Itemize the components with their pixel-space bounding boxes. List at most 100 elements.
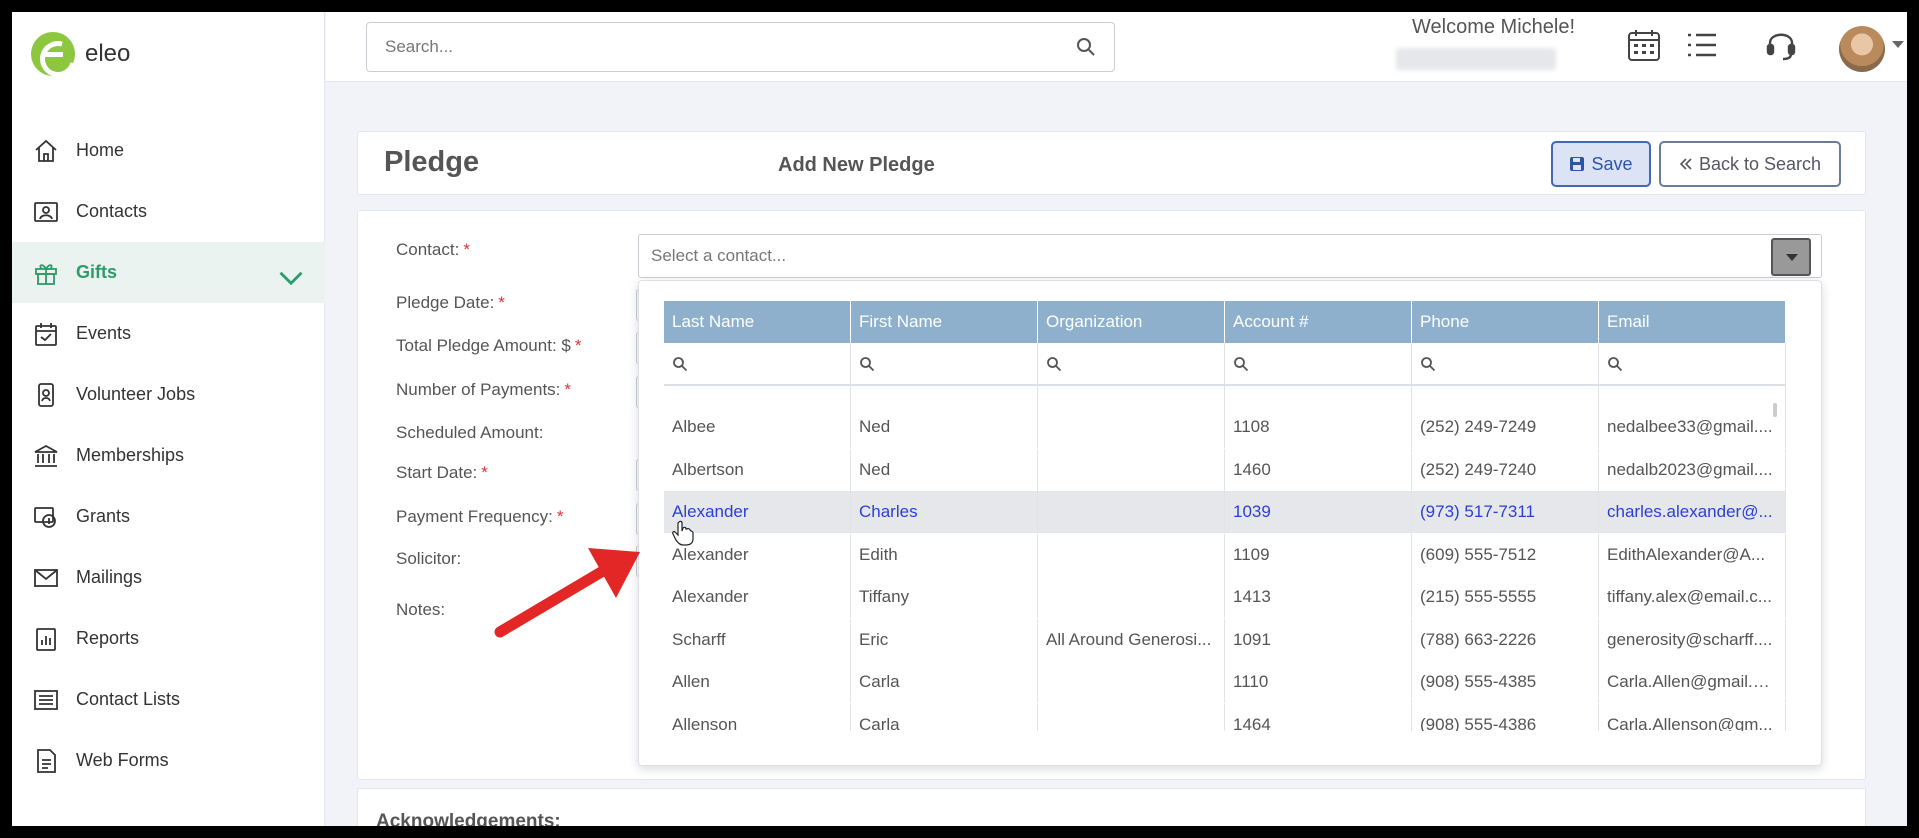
table-row[interactable]: Alexander Tiffany 1413 (215) 555-5555 tiffan…: [664, 576, 1786, 618]
sidebar-item-web-forms[interactable]: Web Forms: [12, 730, 325, 791]
grid-header: Last Name First Name Organization Accoun…: [664, 301, 1786, 343]
sidebar-nav: Home Contacts Gifts Events Volunteer Job…: [12, 120, 325, 791]
table-cell: tiffany.alex@email.c...: [1599, 576, 1786, 618]
table-cell: [1038, 448, 1225, 491]
app-window: eleo Home Contacts Gifts Events Voluntee…: [12, 12, 1907, 826]
search-icon: [860, 357, 875, 372]
table-cell: [1038, 533, 1225, 576]
sidebar-item-gifts[interactable]: Gifts: [12, 242, 325, 303]
table-cell: Eric: [851, 618, 1038, 661]
filter-first-name[interactable]: [851, 343, 1038, 385]
acknowledgements-card: Acknowledgements:: [357, 788, 1866, 826]
save-button[interactable]: Save: [1551, 141, 1651, 187]
search-icon[interactable]: [1076, 37, 1096, 57]
label-text: Pledge Date:: [396, 293, 495, 312]
table-cell: Allen: [664, 661, 851, 703]
page-title: Pledge: [384, 146, 480, 178]
table-cell: (609) 555-7512: [1412, 533, 1599, 576]
sidebar-item-memberships[interactable]: Memberships: [12, 425, 325, 486]
column-header-last-name[interactable]: Last Name: [664, 301, 851, 343]
chevron-down-icon[interactable]: [277, 264, 305, 292]
filter-phone[interactable]: [1412, 343, 1599, 385]
sidebar-item-label: Home: [76, 140, 125, 160]
caret-down-icon[interactable]: [1892, 41, 1904, 48]
sidebar-item-grants[interactable]: Grants: [12, 486, 325, 547]
column-header-organization[interactable]: Organization: [1038, 301, 1225, 343]
filter-account[interactable]: [1225, 343, 1412, 385]
contact-grid: Last Name First Name Organization Accoun…: [664, 301, 1786, 731]
required-mark: *: [481, 463, 488, 482]
label-text: Payment Frequency:: [396, 507, 553, 526]
annotation-arrow: [494, 548, 640, 638]
home-icon: [35, 139, 57, 162]
sidebar-item-reports[interactable]: Reports: [12, 608, 325, 669]
sidebar-item-label: Gifts: [76, 262, 118, 282]
grid-scrollbar[interactable]: [1773, 403, 1777, 417]
contact-dropdown-toggle[interactable]: [1771, 238, 1811, 276]
filter-organization[interactable]: [1038, 343, 1225, 385]
sidebar-item-contact-lists[interactable]: Contact Lists: [12, 669, 325, 730]
solicitor-label: Solicitor:: [396, 549, 461, 569]
avatar[interactable]: [1839, 26, 1885, 72]
table-cell: Charles: [851, 491, 1038, 533]
sidebar-item-home[interactable]: Home: [12, 120, 325, 181]
table-cell: [1038, 661, 1225, 703]
table-row[interactable]: Alexander Edith 1109 (609) 555-7512 EdithAle…: [664, 533, 1786, 576]
filter-last-name[interactable]: [664, 343, 851, 385]
sidebar-item-contacts[interactable]: Contacts: [12, 181, 325, 242]
scheduled-amount-label: Scheduled Amount:: [396, 423, 543, 443]
task-list-icon[interactable]: [1684, 27, 1720, 63]
label-text: Scheduled Amount:: [396, 423, 544, 442]
calendar-icon[interactable]: [1626, 27, 1662, 63]
table-row[interactable]: Albee Ned 1108 (252) 249-7249 nedalbee33@gma…: [664, 406, 1786, 448]
table-cell: 1039: [1225, 491, 1412, 533]
table-cell: generosity@scharff....: [1599, 618, 1786, 661]
label-text: Notes:: [396, 600, 446, 619]
table-cell: Carla: [851, 661, 1038, 703]
bank-icon: [34, 444, 58, 467]
acknowledgements-title: Acknowledgements:: [376, 811, 561, 826]
contact-select[interactable]: Select a contact...: [638, 234, 1822, 278]
table-row[interactable]: Allenson Carla 1464 (908) 555-4386 Carla.All…: [664, 703, 1786, 731]
sidebar-item-mailings[interactable]: Mailings: [12, 547, 325, 608]
table-cell: 1464: [1225, 703, 1412, 731]
table-cell: All Around Generosi...: [1038, 618, 1225, 661]
table-cell: Albee: [664, 406, 851, 448]
start-date-label: Start Date: *: [396, 463, 488, 483]
table-cell: (908) 555-4385: [1412, 661, 1599, 703]
filter-email[interactable]: [1599, 343, 1786, 385]
column-header-email[interactable]: Email: [1599, 301, 1786, 343]
column-header-phone[interactable]: Phone: [1412, 301, 1599, 343]
logo[interactable]: eleo: [31, 32, 130, 76]
table-row[interactable]: Scharff Eric All Around Generosi... 1091 (78…: [664, 618, 1786, 661]
payment-frequency-label: Payment Frequency: *: [396, 507, 563, 527]
search-input[interactable]: [385, 37, 1076, 57]
headset-support-icon[interactable]: [1763, 27, 1799, 63]
back-to-search-button[interactable]: Back to Search: [1659, 141, 1841, 187]
sidebar-item-volunteer-jobs[interactable]: Volunteer Jobs: [12, 364, 325, 425]
sidebar-item-label: Volunteer Jobs: [76, 384, 196, 404]
table-cell: Ned: [851, 406, 1038, 448]
number-of-payments-label: Number of Payments: *: [396, 380, 571, 400]
search-icon: [1047, 357, 1062, 372]
column-header-account[interactable]: Account #: [1225, 301, 1412, 343]
table-cell: EdithAlexander@A...: [1599, 533, 1786, 576]
global-search[interactable]: [366, 22, 1115, 72]
table-row[interactable]: Alexander Charles 1039 (973) 517-7311 charle…: [664, 491, 1786, 533]
welcome-text: Welcome Michele!: [1412, 16, 1576, 38]
table-cell: (908) 555-4386: [1412, 703, 1599, 731]
table-row[interactable]: Allen Carla 1110 (908) 555-4385 Carla.Allen@…: [664, 661, 1786, 703]
column-header-first-name[interactable]: First Name: [851, 301, 1038, 343]
grid-body[interactable]: Albee Ned 1108 (252) 249-7249 nedalbee33@gma…: [664, 386, 1786, 731]
sidebar-item-label: Memberships: [76, 445, 185, 465]
table-cell: 1108: [1225, 406, 1412, 448]
label-text: Start Date:: [396, 463, 478, 482]
table-cell: charles.alexander@...: [1599, 491, 1786, 533]
table-cell: [1038, 576, 1225, 618]
sidebar-item-label: Contacts: [76, 201, 148, 221]
table-row[interactable]: Albertson Ned 1460 (252) 249-7240 nedalb2023…: [664, 448, 1786, 491]
table-cell: Alexander: [664, 576, 851, 618]
sidebar-item-events[interactable]: Events: [12, 303, 325, 364]
contact-placeholder: Select a contact...: [651, 246, 787, 265]
table-cell: [1038, 703, 1225, 731]
